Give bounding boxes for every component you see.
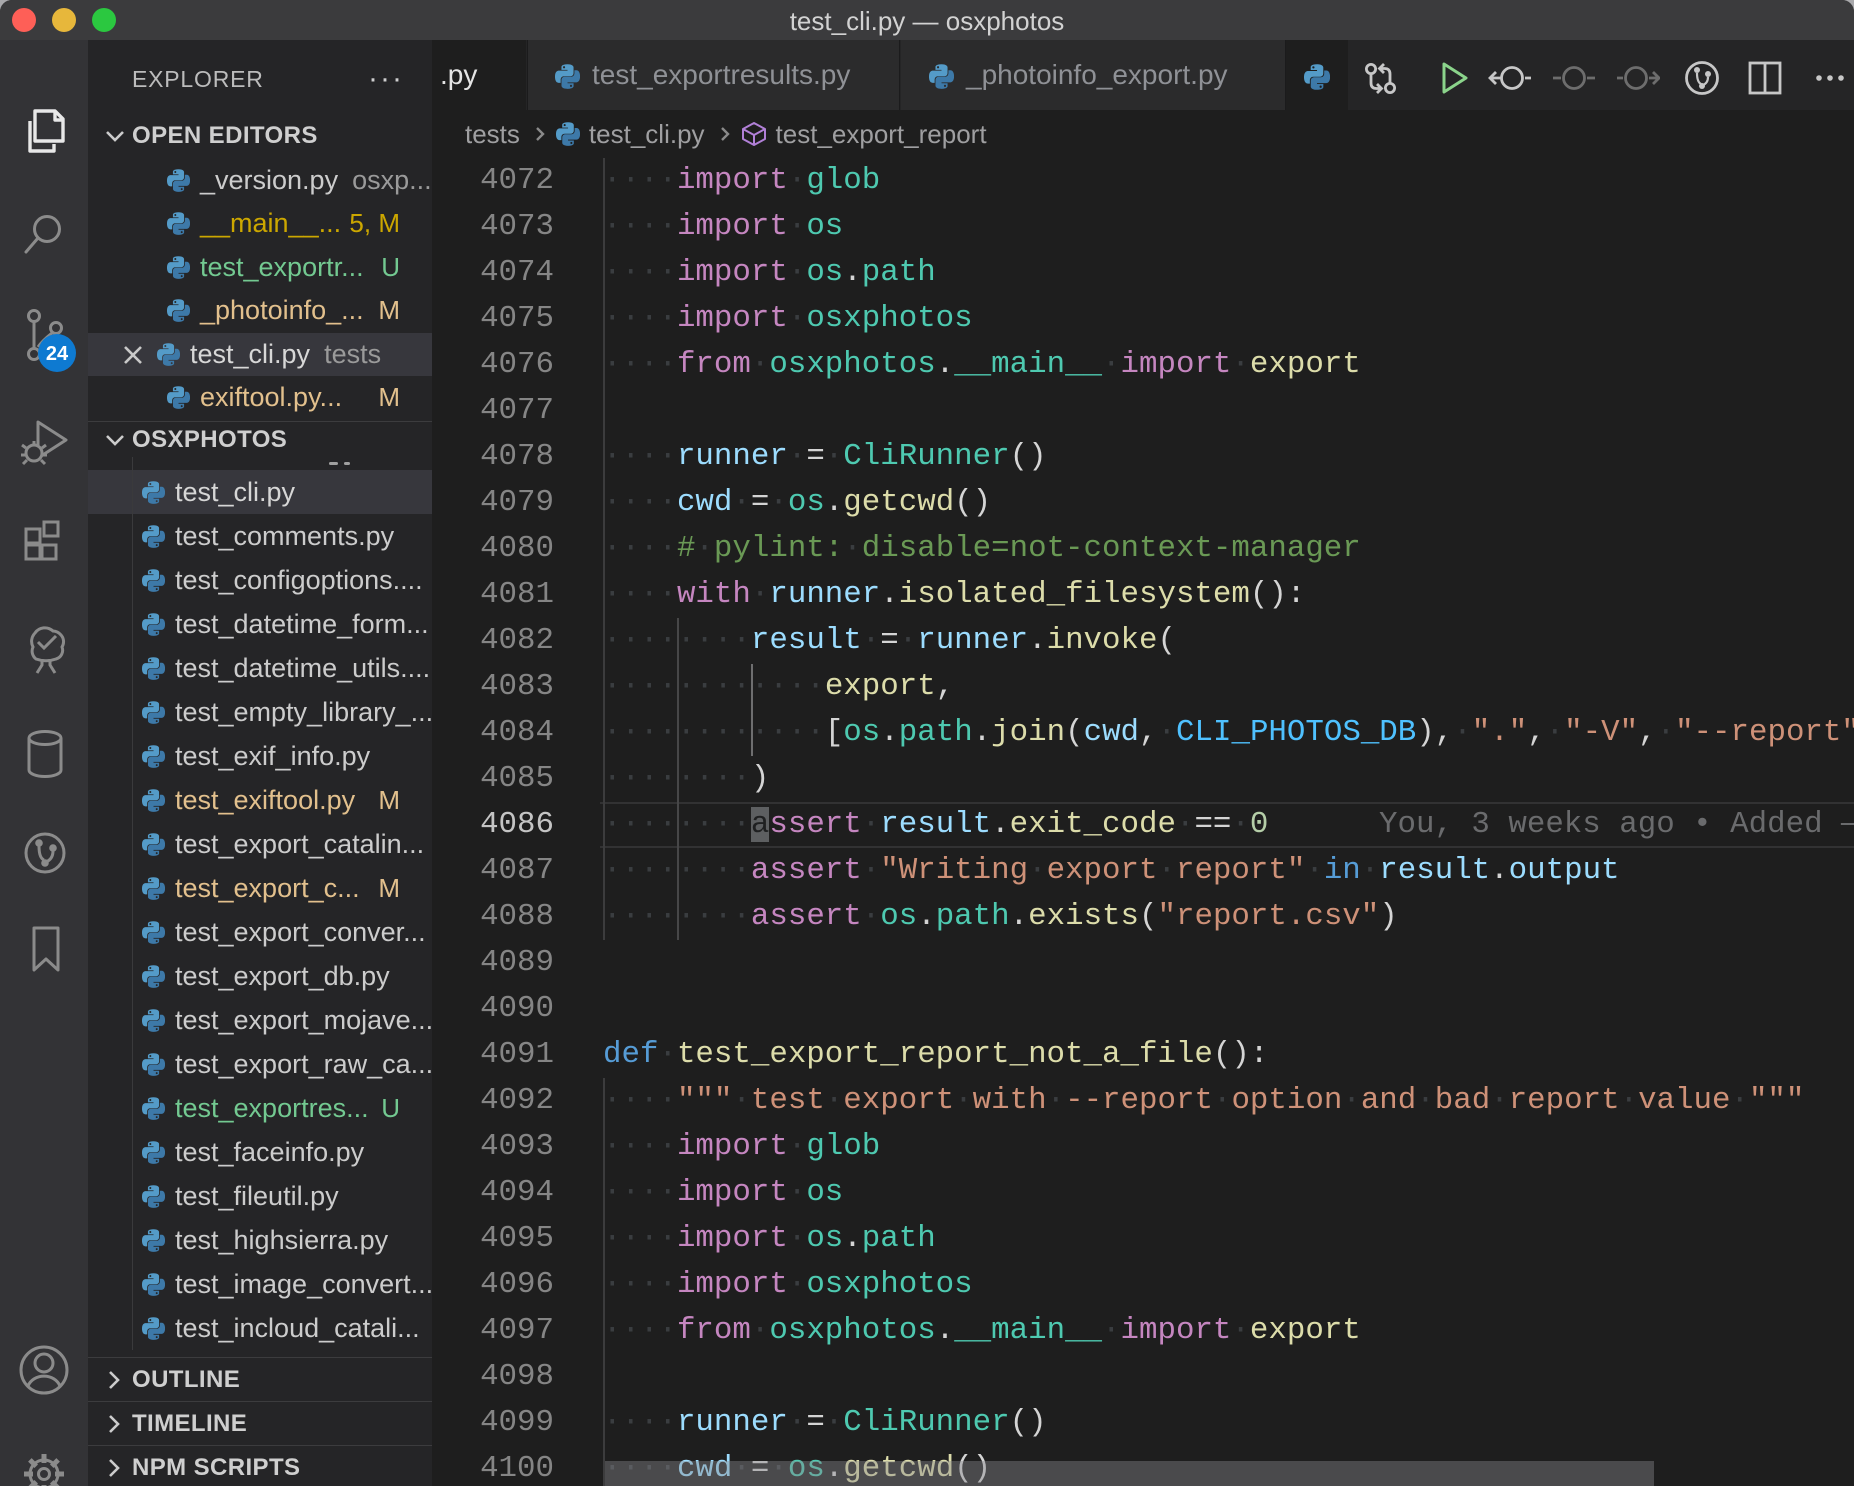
svg-text:24: 24 — [46, 343, 69, 365]
